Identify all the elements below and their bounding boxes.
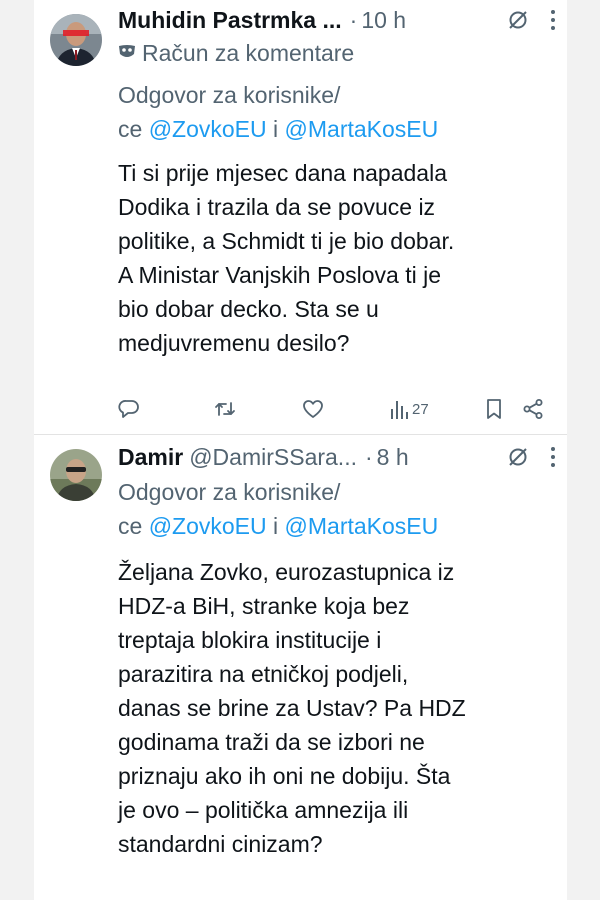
tweet-text-line: je ovo – politička amnezija ili: [118, 797, 409, 823]
reply-context-line2: ce @ZovkoEU i @MartaKosEU: [118, 513, 438, 540]
author-name[interactable]: Muhidin Pastrmka ...: [118, 7, 342, 34]
tweet-2[interactable]: Damir @DamirSSara... · 8 h Odgovor za ko…: [34, 435, 567, 900]
retweet-button[interactable]: [214, 397, 236, 421]
reply-and: i: [266, 116, 285, 142]
author-name[interactable]: Damir: [118, 444, 183, 471]
more-icon[interactable]: [542, 445, 564, 469]
tweet-header: Damir @DamirSSara... · 8 h: [118, 441, 409, 473]
views-count: 27: [412, 400, 429, 418]
account-badge: Račun za komentare: [118, 40, 354, 67]
tweet-text-line: politike, a Schmidt ti je bio dobar.: [118, 228, 455, 254]
grok-icon[interactable]: [506, 445, 530, 469]
tweet-text-line: parazitira na etničkoj podjeli,: [118, 661, 409, 687]
more-icon[interactable]: [542, 8, 564, 32]
timestamp[interactable]: 8 h: [377, 444, 409, 471]
reply-icon: [118, 398, 140, 420]
retweet-icon: [214, 398, 236, 420]
tweet-text-line: godinama traži da se izbori ne: [118, 729, 425, 755]
mention-marta[interactable]: @MartaKosEU: [285, 116, 439, 142]
reply-context-line1: Odgovor za korisnike/: [118, 82, 341, 108]
tweet-text-line: priznaju ako ih oni ne dobiju. Šta: [118, 763, 451, 789]
reply-and: i: [266, 513, 285, 539]
tweet-text-line: standardni cinizam?: [118, 831, 323, 857]
share-button[interactable]: [522, 397, 544, 421]
mask-icon: [118, 40, 136, 67]
grok-icon[interactable]: [506, 8, 530, 32]
reply-ce: ce: [118, 513, 149, 539]
timeline-panel: Muhidin Pastrmka ... · 10 h Račun za kom…: [34, 0, 567, 900]
tweet-text-line: A Ministar Vanjskih Poslova ti je: [118, 262, 441, 288]
badge-label: Račun za komentare: [142, 40, 355, 66]
views-button[interactable]: 27: [390, 397, 429, 421]
bookmark-button[interactable]: [484, 397, 504, 421]
like-button[interactable]: [302, 397, 324, 421]
timestamp[interactable]: 10 h: [361, 7, 406, 34]
tweet-text-line: Ti si prije mjesec dana napadala: [118, 160, 447, 186]
author-handle[interactable]: @DamirSSara...: [189, 444, 357, 471]
reply-context-line2: ce @ZovkoEU i @MartaKosEU: [118, 116, 438, 143]
avatar[interactable]: [50, 449, 102, 501]
mention-zovko[interactable]: @ZovkoEU: [149, 513, 267, 539]
tweet-text-line: HDZ-a BiH, stranke koja bez: [118, 593, 410, 619]
reply-ce: ce: [118, 116, 149, 142]
mention-zovko[interactable]: @ZovkoEU: [149, 116, 267, 142]
tweet-text-line: bio dobar decko. Sta se u: [118, 296, 379, 322]
dot-separator: ·: [364, 443, 373, 470]
avatar[interactable]: [50, 14, 102, 66]
dot-separator: ·: [349, 6, 358, 33]
reply-button[interactable]: [118, 397, 140, 421]
tweet-text-line: Dodika i trazila da se povuce iz: [118, 194, 436, 220]
bookmark-icon: [484, 398, 504, 420]
tweet-1[interactable]: Muhidin Pastrmka ... · 10 h Račun za kom…: [34, 0, 567, 434]
tweet-text-line: danas se brine za Ustav? Pa HDZ: [118, 695, 466, 721]
tweet-header: Muhidin Pastrmka ... · 10 h: [118, 4, 406, 36]
reply-context-line1: Odgovor za korisnike/: [118, 479, 341, 505]
share-icon: [522, 398, 544, 420]
tweet-text-line: Željana Zovko, eurozastupnica iz: [118, 559, 455, 585]
mention-marta[interactable]: @MartaKosEU: [285, 513, 439, 539]
tweet-text-line: treptaja blokira institucije i: [118, 627, 382, 653]
like-icon: [302, 398, 324, 420]
tweet-text-line: medjuvremenu desilo?: [118, 330, 350, 356]
views-icon: [390, 399, 408, 419]
